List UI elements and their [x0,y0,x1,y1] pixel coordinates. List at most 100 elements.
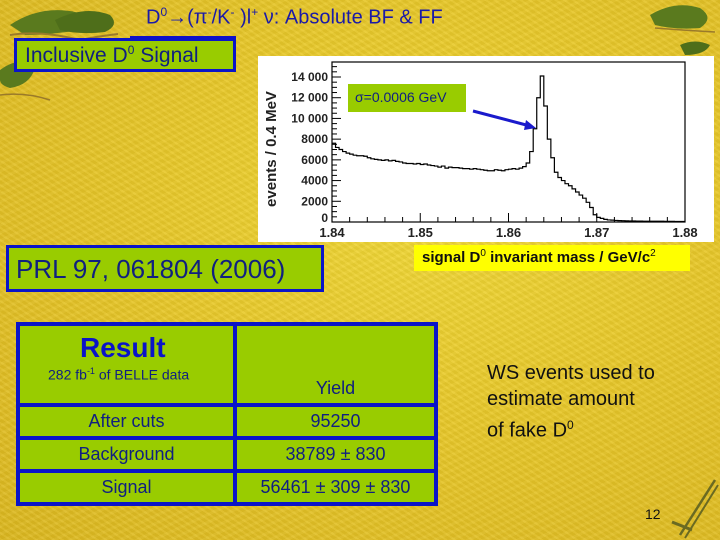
histogram-bin [590,208,594,223]
page-number: 12 [645,506,661,522]
histogram-bin [544,106,548,222]
note-line: WS events used to [487,362,655,384]
note-line: of fake D0 [487,412,655,444]
x-tick-label: 1.86 [496,225,521,240]
histogram-bin [586,202,590,222]
histogram-bin [477,169,481,222]
y-tick-label: 0 [321,211,328,225]
histogram-bin [621,221,625,222]
histogram-bin [537,98,541,222]
pine-branch-decoration-icon [650,5,716,55]
histogram-bin [406,163,410,222]
label-text: Signal [134,44,199,67]
histogram-bin [614,220,618,222]
y-tick-label: 10 000 [291,111,328,125]
row-value: 38789 ± 830 [233,436,438,474]
histogram-bin [593,215,597,222]
histogram-bin [629,221,633,222]
histogram-bin [388,161,392,222]
row-value: 95250 [233,403,438,441]
histogram-bin [678,221,682,222]
histogram-bin [576,192,580,222]
histogram-bin [445,168,449,222]
histogram-bin [463,169,467,222]
histogram-bin [674,221,678,222]
histogram-bin [494,170,498,222]
histogram-bin [607,220,611,222]
histogram-bin [653,221,657,222]
histogram-bin [357,156,361,222]
histogram-bin [392,160,396,222]
histogram-bin [611,220,615,222]
histogram-bin [650,221,654,222]
histogram-bin [484,170,488,222]
x-tick-label: 1.85 [408,225,433,240]
histogram-bin [343,152,347,222]
histogram-bin [600,218,604,222]
y-tick-label: 14 000 [291,70,328,84]
x-axis-label-text: invariant mass / GeV/c [485,249,651,266]
result-header-cell: Result 282 fb-1 of BELLE data [16,321,237,408]
table-row: Signal 56461 ± 309 ± 830 [16,469,438,506]
histogram-bin [530,152,534,222]
histogram-bin [583,198,587,222]
histogram-bin [420,165,424,222]
x-axis-label: signal D0 invariant mass / GeV/c2 [414,245,690,271]
y-tick-label: 6000 [301,153,328,167]
histogram-bin [667,221,671,222]
histogram-chart: 1.84 1.85 1.86 1.87 1.88 0 2000 4000 6000 8000 10 … [263,61,698,240]
histogram-bin [367,158,371,222]
row-label: After cuts [16,403,237,441]
histogram-bin [558,177,562,222]
row-label: Background [16,436,237,474]
sword-decoration-icon [671,479,719,539]
table-row: After cuts 95250 [16,403,438,441]
subtitle-text: 282 fb [48,366,87,383]
subtitle-sup: -1 [86,366,95,376]
histogram-bin [360,156,364,222]
histogram-bin [561,181,565,222]
row-label: Signal [16,469,237,506]
ws-events-note: WS events used to estimate amount of fak… [487,360,655,444]
y-tick-label: 4000 [301,174,328,188]
histogram-bin [399,162,403,222]
histogram-bin [434,166,438,222]
histogram-bin [523,167,527,222]
label-text: Inclusive D [25,44,128,67]
title-text: ν: Absolute BF & FF [258,6,443,29]
result-subtitle: 282 fb-1 of BELLE data [20,366,233,383]
histogram-bin [332,143,336,222]
histogram-bin [643,221,647,222]
table-row: Background 38789 ± 830 [16,436,438,474]
histogram-bin [396,161,400,222]
y-axis-label: events / 0.4 MeV [263,91,280,207]
histogram-bin [597,217,601,222]
title-text: )l [234,6,252,29]
x-tick-label: 1.84 [319,225,345,240]
histogram-bin [526,163,530,222]
histogram-bin [473,169,477,222]
histogram-bin [519,168,523,222]
histogram-bin [385,160,389,222]
histogram-bin [339,150,343,223]
histogram-bin [604,219,608,222]
histogram-bin [470,169,474,222]
title-text: /K [211,6,231,29]
y-tick-label: 8000 [301,132,328,146]
histogram-bin [551,158,555,222]
histogram-bin [632,221,636,222]
histogram-bin [353,155,357,222]
histogram-bin [452,168,456,222]
histogram-bin [646,221,650,222]
histogram-bin [533,129,537,222]
histogram-bin [540,76,544,222]
histogram-bin [491,171,495,222]
histogram-bin [671,221,675,222]
y-tick-label: 2000 [301,194,328,208]
histogram-bin [448,167,452,222]
histogram-bin [657,221,661,222]
histogram-bin [501,171,505,222]
subtitle-text: of BELLE data [94,366,190,383]
histogram-bin [364,156,368,222]
histogram-bin [480,170,484,222]
